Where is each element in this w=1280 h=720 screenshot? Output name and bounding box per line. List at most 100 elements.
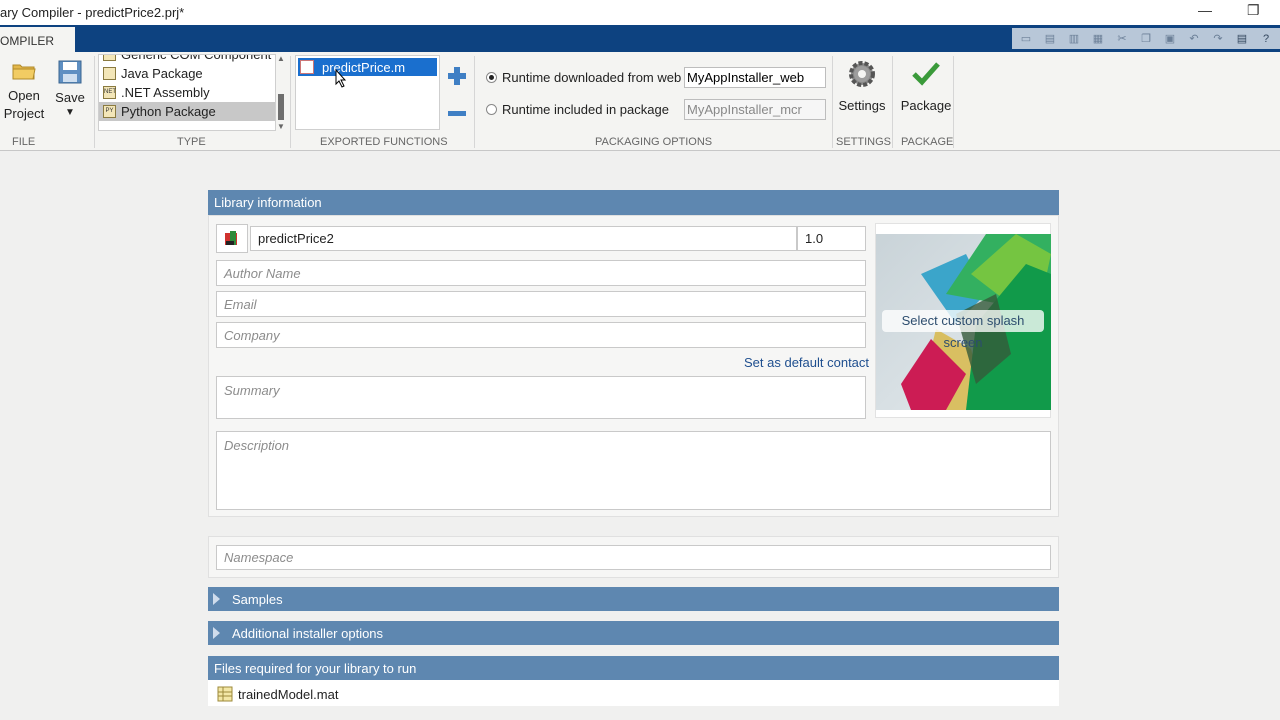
radio-on-icon[interactable] <box>486 72 497 83</box>
section-packaging-label: PACKAGING OPTIONS <box>595 136 713 148</box>
file-name: trainedModel.mat <box>238 686 339 702</box>
cut-icon[interactable]: ✂ <box>1113 31 1131 47</box>
mat-file-icon <box>217 686 233 702</box>
type-item-label: Python Package <box>121 104 216 119</box>
mouse-cursor-icon <box>335 69 347 88</box>
open-label: Open <box>8 88 40 103</box>
title-bar: ary Compiler - predictPrice2.prj* — ❐ <box>0 0 1280 25</box>
divider <box>94 56 95 148</box>
type-item-com[interactable]: COM Generic COM Component <box>99 54 275 64</box>
package-button[interactable]: Package <box>898 60 954 115</box>
switch-windows-icon[interactable]: ▤ <box>1233 31 1251 47</box>
copy-icon[interactable]: ❐ <box>1137 31 1155 47</box>
save-dropdown-icon[interactable]: ▼ <box>50 107 90 119</box>
splash-screen-box[interactable]: Select custom splash screen <box>875 223 1051 418</box>
divider <box>953 56 954 148</box>
settings-button[interactable]: Settings <box>836 60 888 115</box>
version-field[interactable]: 1.0 <box>797 226 866 251</box>
installer-options-label: Additional installer options <box>232 625 384 641</box>
type-item-java[interactable]: Java Package <box>99 64 275 83</box>
save-all-icon[interactable]: ▦ <box>1089 31 1107 47</box>
type-item-label: .NET Assembly <box>121 85 210 100</box>
checkmark-icon <box>912 62 940 86</box>
type-item-python[interactable]: PY Python Package <box>99 102 275 121</box>
type-item-label: Java Package <box>121 66 203 81</box>
save-label: Save <box>55 90 85 105</box>
email-field[interactable]: Email <box>216 291 866 317</box>
library-name-field[interactable]: predictPrice2 <box>250 226 797 251</box>
open-icon[interactable]: ▤ <box>1041 31 1059 47</box>
minimize-icon[interactable]: — <box>1198 2 1212 18</box>
summary-field[interactable]: Summary <box>216 376 866 419</box>
library-info-header: Library information <box>208 190 1059 215</box>
exported-functions-list[interactable]: predictPrice.m <box>295 55 440 130</box>
undo-icon[interactable]: ↶ <box>1185 31 1203 47</box>
expand-arrow-icon[interactable] <box>213 593 220 605</box>
tab-compiler[interactable]: OMPILER <box>0 27 75 52</box>
section-settings-label: SETTINGS <box>836 136 892 148</box>
files-list: trainedModel.mat <box>208 680 1059 706</box>
runtime-web-radio[interactable]: Runtime downloaded from web <box>486 70 681 85</box>
type-list[interactable]: COM Generic COM Component Java Package NE… <box>98 54 276 131</box>
divider <box>832 56 833 148</box>
file-item[interactable]: trainedModel.mat <box>217 686 338 702</box>
divider <box>290 56 291 148</box>
type-scrollbar[interactable]: ▲ ▼ <box>276 54 286 131</box>
author-name-field[interactable]: Author Name <box>216 260 866 286</box>
scroll-down-icon[interactable]: ▼ <box>276 122 286 131</box>
section-type-label: TYPE <box>177 136 206 148</box>
settings-label: Settings <box>838 98 886 113</box>
restore-icon[interactable]: ❐ <box>1247 2 1260 19</box>
runtime-package-radio[interactable]: Runtime included in package <box>486 102 669 117</box>
net-icon: NET <box>103 86 116 99</box>
installer-options-section-header[interactable]: Additional installer options <box>208 621 1059 645</box>
redo-icon[interactable]: ↷ <box>1209 31 1227 47</box>
section-exported-functions-label: EXPORTED FUNCTIONS <box>320 136 448 148</box>
remove-function-icon[interactable] <box>447 105 467 116</box>
new-icon[interactable]: ▭ <box>1017 31 1035 47</box>
type-item-label: Generic COM Component <box>121 54 272 62</box>
scroll-thumb[interactable] <box>278 94 284 120</box>
runtime-web-label: Runtime downloaded from web <box>502 70 682 85</box>
set-default-contact-link[interactable]: Set as default contact <box>744 355 869 370</box>
runtime-package-label: Runtime included in package <box>502 102 669 117</box>
python-icon: PY <box>103 105 116 118</box>
description-field[interactable]: Description <box>216 431 1051 510</box>
floppy-icon <box>58 60 82 84</box>
expand-arrow-icon[interactable] <box>213 627 220 639</box>
window-title: ary Compiler - predictPrice2.prj* <box>0 5 185 20</box>
toolstrip-tabbar: OMPILER ▭ ▤ ▥ ▦ ✂ ❐ ▣ ↶ ↷ ▤ ? <box>0 25 1280 52</box>
section-file-label: FILE <box>12 136 36 148</box>
runtime-package-input[interactable] <box>684 99 826 120</box>
divider <box>474 56 475 148</box>
function-item[interactable]: predictPrice.m <box>298 58 437 76</box>
namespace-field[interactable]: Namespace <box>216 545 1051 570</box>
samples-label: Samples <box>232 591 283 607</box>
save-button[interactable]: Save ▼ <box>50 60 90 119</box>
package-label: Package <box>900 98 952 113</box>
ribbon: Open Project Save ▼ FILE COM Generic COM … <box>0 52 1280 151</box>
save-icon[interactable]: ▥ <box>1065 31 1083 47</box>
company-field[interactable]: Company <box>216 322 866 348</box>
project-label: Project <box>3 106 45 121</box>
java-icon <box>103 67 116 80</box>
type-item-dotnet[interactable]: NET .NET Assembly <box>99 83 275 102</box>
open-project-button[interactable]: Open Project <box>2 60 46 123</box>
mfile-icon <box>300 60 314 74</box>
folder-icon <box>12 64 36 80</box>
quick-access-toolbar: ▭ ▤ ▥ ▦ ✂ ❐ ▣ ↶ ↷ ▤ ? <box>1012 28 1280 49</box>
paste-icon[interactable]: ▣ <box>1161 31 1179 47</box>
runtime-web-input[interactable] <box>684 67 826 88</box>
gear-icon <box>849 61 875 87</box>
section-package-label: PACKAGE <box>901 136 954 148</box>
library-icon[interactable] <box>216 224 248 253</box>
radio-off-icon[interactable] <box>486 104 497 115</box>
files-required-header: Files required for your library to run <box>208 656 1059 680</box>
add-function-icon[interactable] <box>447 66 467 86</box>
samples-section-header[interactable]: Samples <box>208 587 1059 611</box>
divider <box>892 56 893 148</box>
help-icon[interactable]: ? <box>1257 31 1275 47</box>
scroll-up-icon[interactable]: ▲ <box>276 54 286 63</box>
splash-select-label[interactable]: Select custom splash screen <box>882 310 1044 350</box>
com-icon: COM <box>103 55 118 61</box>
